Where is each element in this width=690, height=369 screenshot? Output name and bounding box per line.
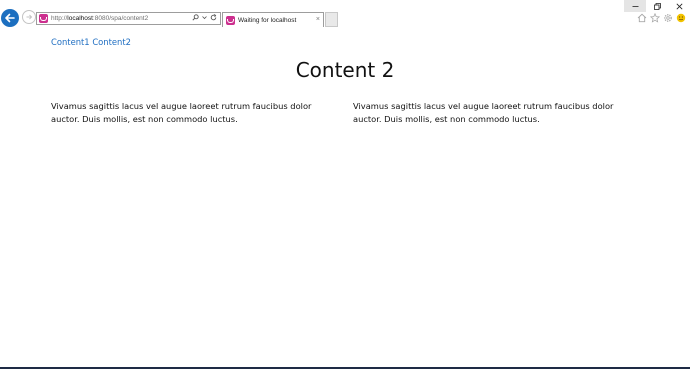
dropdown-chevron-icon[interactable] [202,14,207,21]
paragraph-left: Vivamus sagittis lacus vel augue laoreet… [51,101,312,124]
restore-button[interactable] [646,0,668,12]
close-button[interactable] [668,0,690,12]
site-favicon-icon [39,14,48,23]
new-tab-button[interactable] [325,12,338,27]
search-icon[interactable] [192,14,199,21]
address-tools [192,14,217,21]
forward-arrow-icon [26,14,33,20]
content-nav: Content1 Content2 [51,37,131,47]
minimize-button[interactable] [624,0,646,12]
url-path: :8080/spa/content2 [92,15,149,22]
address-url: http://localhost:8080/spa/content2 [51,15,148,22]
address-bar[interactable]: http://localhost:8080/spa/content2 [36,12,221,25]
window-controls [624,0,690,12]
gear-icon[interactable] [663,13,673,23]
close-icon [676,3,682,9]
smiley-icon[interactable] [676,13,686,23]
refresh-icon[interactable] [210,14,217,21]
restore-icon [653,2,661,10]
paragraph-right: Vivamus sagittis lacus vel augue laoreet… [353,101,614,124]
toolbar-icons [637,13,686,23]
forward-button[interactable] [22,10,36,24]
tab-favicon-icon [226,15,235,25]
nav-link-content2[interactable]: Content2 [92,37,131,47]
url-host: localhost [67,15,93,22]
url-prefix: http:// [51,15,68,22]
minimize-icon [632,5,638,7]
nav-link-content1[interactable]: Content1 [51,37,90,47]
browser-tab-active[interactable]: Waiting for localhost × [222,12,324,27]
browser-chrome: http://localhost:8080/spa/content2 Waiti… [0,0,690,28]
back-arrow-icon [5,13,15,23]
star-icon[interactable] [650,13,660,23]
page-title: Content 2 [295,58,395,82]
home-icon[interactable] [637,13,647,23]
tab-title: Waiting for localhost [238,16,297,24]
tab-close-icon[interactable]: × [316,15,320,24]
back-button[interactable] [1,9,19,27]
